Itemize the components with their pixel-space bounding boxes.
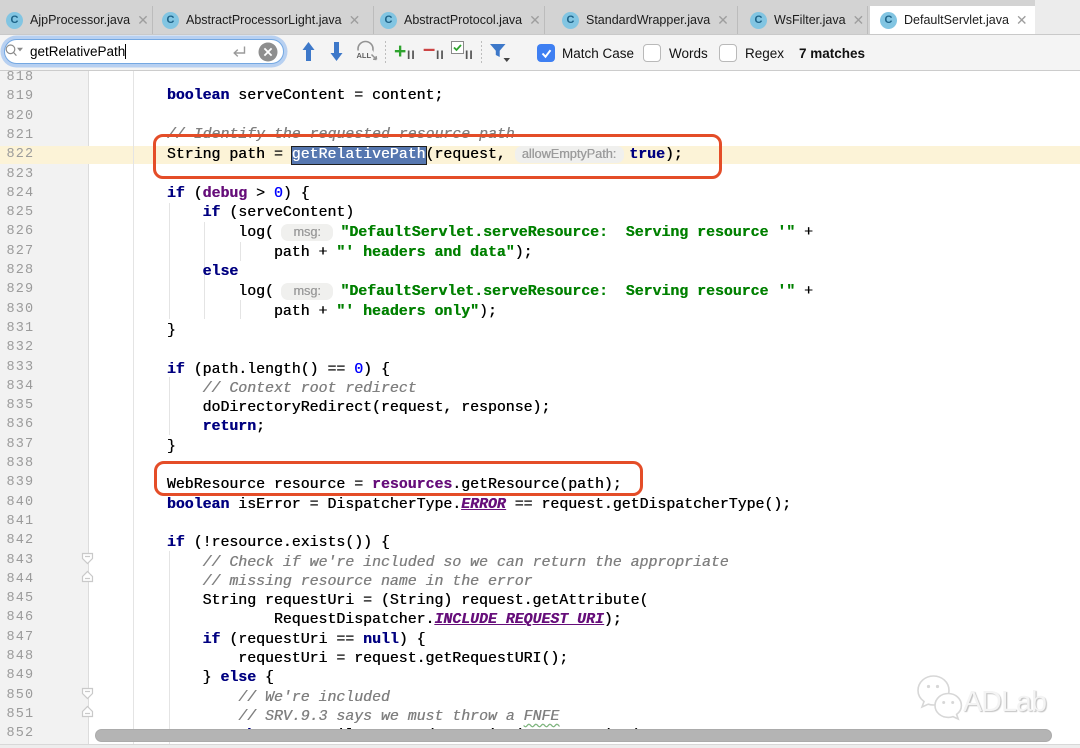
svg-text:ALL: ALL — [357, 51, 372, 60]
